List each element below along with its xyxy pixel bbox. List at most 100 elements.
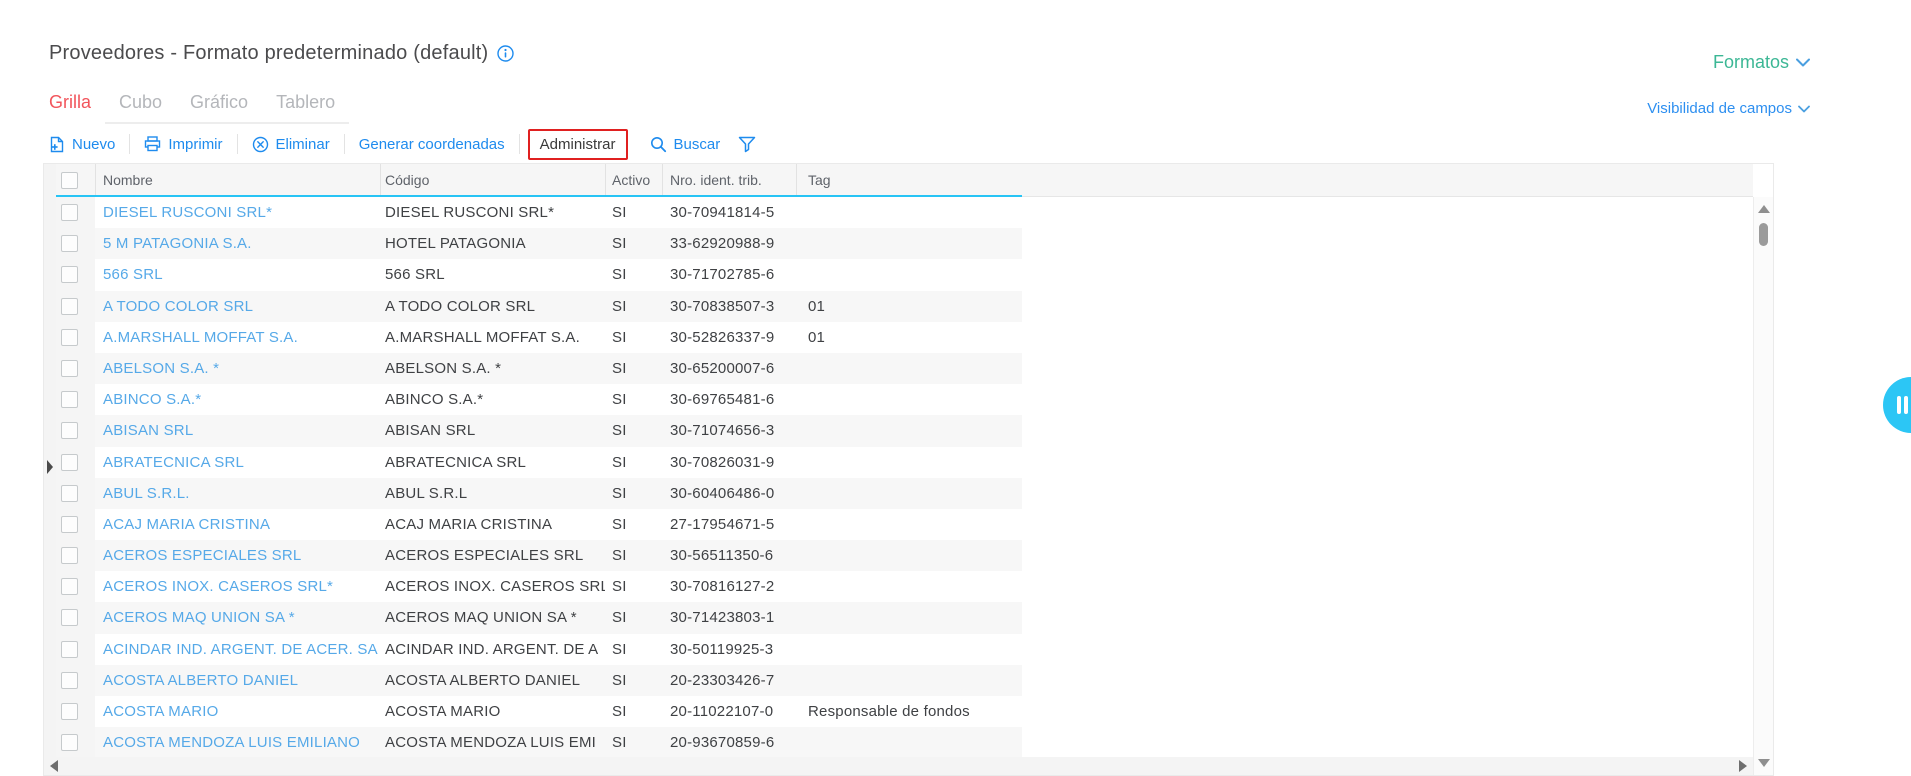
nombre-link[interactable]: ACEROS ESPECIALES SRL: [103, 540, 383, 571]
printer-icon: [144, 136, 161, 152]
search-button[interactable]: Buscar: [636, 136, 735, 153]
new-button[interactable]: Nuevo: [49, 136, 129, 153]
row-checkbox[interactable]: [61, 235, 78, 253]
codigo-cell: DIESEL RUSCONI SRL*: [385, 204, 555, 221]
filter-button[interactable]: [734, 136, 758, 153]
nombre-link[interactable]: DIESEL RUSCONI SRL*: [103, 197, 383, 228]
tab-cubo[interactable]: Cubo: [105, 92, 177, 124]
print-button[interactable]: Imprimir: [130, 136, 236, 153]
nro-ident-trib-cell: 30-70838507-3: [670, 297, 775, 315]
scroll-right-arrow-icon[interactable]: [1739, 760, 1747, 772]
table-row: DIESEL RUSCONI SRL* DIESEL RUSCONI SRL* …: [56, 197, 1753, 228]
activo-cell: SI: [612, 671, 627, 689]
select-all-checkbox[interactable]: [61, 172, 78, 189]
row-checkbox[interactable]: [61, 484, 78, 502]
info-icon[interactable]: [497, 45, 515, 62]
nombre-link[interactable]: ACEROS INOX. CASEROS SRL*: [103, 571, 383, 602]
row-checkbox[interactable]: [61, 703, 78, 720]
nro-ident-trib-cell: 30-70941814-5: [670, 204, 775, 221]
row-checkbox[interactable]: [61, 515, 78, 533]
row-checkbox[interactable]: [61, 609, 78, 627]
nro-ident-trib-cell: 30-56511350-6: [670, 547, 774, 565]
nombre-link[interactable]: ACOSTA MARIO: [103, 696, 383, 727]
activo-cell: SI: [612, 609, 627, 627]
column-header-activo[interactable]: Activo: [612, 164, 650, 197]
nombre-link[interactable]: ABELSON S.A. *: [103, 353, 383, 384]
view-tabs: Grilla Cubo Gráfico Tablero: [49, 92, 350, 124]
row-checkbox[interactable]: [61, 453, 78, 471]
nro-ident-trib-cell: 30-70816127-2: [670, 578, 775, 596]
expand-panel-arrow-icon[interactable]: [47, 460, 53, 474]
row-checkbox[interactable]: [61, 328, 78, 346]
nombre-link[interactable]: ACAJ MARIA CRISTINA: [103, 509, 383, 540]
nombre-link[interactable]: ABUL S.R.L.: [103, 478, 383, 509]
scroll-down-arrow-icon[interactable]: [1758, 759, 1770, 767]
codigo-cell: HOTEL PATAGONIA: [385, 235, 526, 253]
table-row: ACEROS MAQ UNION SA * ACEROS MAQ UNION S…: [56, 602, 1753, 634]
tab-tablero[interactable]: Tablero: [262, 92, 350, 124]
nombre-link[interactable]: ACINDAR IND. ARGENT. DE ACER. SA: [103, 634, 383, 665]
row-checkbox[interactable]: [61, 359, 78, 377]
row-checkbox[interactable]: [61, 734, 78, 752]
scroll-up-arrow-icon[interactable]: [1758, 205, 1770, 213]
row-checkbox[interactable]: [61, 578, 78, 596]
side-panel-handle-button[interactable]: [1883, 377, 1911, 433]
grid-toolbar: Nuevo Imprimir Eliminar Generar coordena…: [49, 128, 758, 160]
nombre-link[interactable]: ACEROS MAQ UNION SA *: [103, 602, 383, 633]
horizontal-scrollbar[interactable]: [44, 757, 1753, 775]
formats-dropdown[interactable]: Formatos: [1713, 52, 1810, 73]
nombre-link[interactable]: A.MARSHALL MOFFAT S.A.: [103, 322, 383, 353]
tab-grafico[interactable]: Gráfico: [176, 92, 263, 124]
nro-ident-trib-cell: 30-52826337-9: [670, 328, 775, 346]
activo-cell: SI: [612, 734, 627, 752]
nro-ident-trib-cell: 30-69765481-6: [670, 391, 775, 409]
search-button-label: Buscar: [673, 135, 721, 153]
column-header-nombre[interactable]: Nombre: [103, 164, 153, 197]
row-checkbox[interactable]: [61, 391, 78, 409]
row-checkbox[interactable]: [61, 422, 78, 440]
manage-button-label: Administrar: [539, 135, 616, 153]
vertical-scrollbar[interactable]: [1753, 197, 1773, 775]
activo-cell: SI: [612, 297, 627, 315]
nro-ident-trib-cell: 30-71702785-6: [670, 266, 775, 284]
filter-icon: [738, 136, 756, 153]
column-divider: [605, 164, 606, 197]
nombre-link[interactable]: 5 M PATAGONIA S.A.: [103, 228, 383, 259]
search-icon: [650, 136, 667, 153]
scroll-left-arrow-icon[interactable]: [50, 760, 58, 772]
row-checkbox[interactable]: [61, 671, 78, 689]
activo-cell: SI: [612, 204, 627, 221]
collapsed-panel-rail: [44, 164, 56, 775]
field-visibility-dropdown[interactable]: Visibilidad de campos: [1647, 100, 1810, 117]
table-row: A TODO COLOR SRL A TODO COLOR SRL SI 30-…: [56, 290, 1753, 322]
delete-button[interactable]: Eliminar: [238, 136, 344, 153]
generate-coordinates-button[interactable]: Generar coordenadas: [345, 136, 519, 153]
table-row: ABINCO S.A.* ABINCO S.A.* SI 30-69765481…: [56, 384, 1753, 415]
row-checkbox[interactable]: [61, 204, 78, 221]
nombre-link[interactable]: A TODO COLOR SRL: [103, 291, 383, 322]
page-title: Proveedores - Formato predeterminado (de…: [49, 42, 489, 64]
nombre-link[interactable]: ABINCO S.A.*: [103, 384, 383, 415]
column-header-nro-ident-trib[interactable]: Nro. ident. trib.: [670, 164, 762, 197]
column-header-tag[interactable]: Tag: [808, 164, 831, 197]
activo-cell: SI: [612, 359, 627, 377]
nombre-link[interactable]: 566 SRL: [103, 259, 383, 290]
column-divider: [380, 164, 381, 197]
tag-cell: Responsable de fondos: [808, 703, 970, 720]
tab-grilla[interactable]: Grilla: [49, 92, 105, 124]
vertical-scrollbar-thumb[interactable]: [1759, 223, 1768, 246]
manage-button[interactable]: Administrar: [527, 128, 628, 160]
nombre-link[interactable]: ACOSTA ALBERTO DANIEL: [103, 665, 383, 696]
nro-ident-trib-cell: 30-71423803-1: [670, 609, 775, 627]
nombre-link[interactable]: ABRATECNICA SRL: [103, 447, 383, 478]
nombre-link[interactable]: ACOSTA MENDOZA LUIS EMILIANO: [103, 727, 383, 758]
row-checkbox[interactable]: [61, 297, 78, 315]
row-checkbox[interactable]: [61, 266, 78, 284]
row-checkbox[interactable]: [61, 547, 78, 565]
column-divider: [796, 164, 797, 197]
nro-ident-trib-cell: 30-65200007-6: [670, 359, 775, 377]
row-checkbox[interactable]: [61, 640, 78, 658]
nro-ident-trib-cell: 33-62920988-9: [670, 235, 775, 253]
column-header-codigo[interactable]: Código: [385, 164, 429, 197]
nombre-link[interactable]: ABISAN SRL: [103, 415, 383, 446]
